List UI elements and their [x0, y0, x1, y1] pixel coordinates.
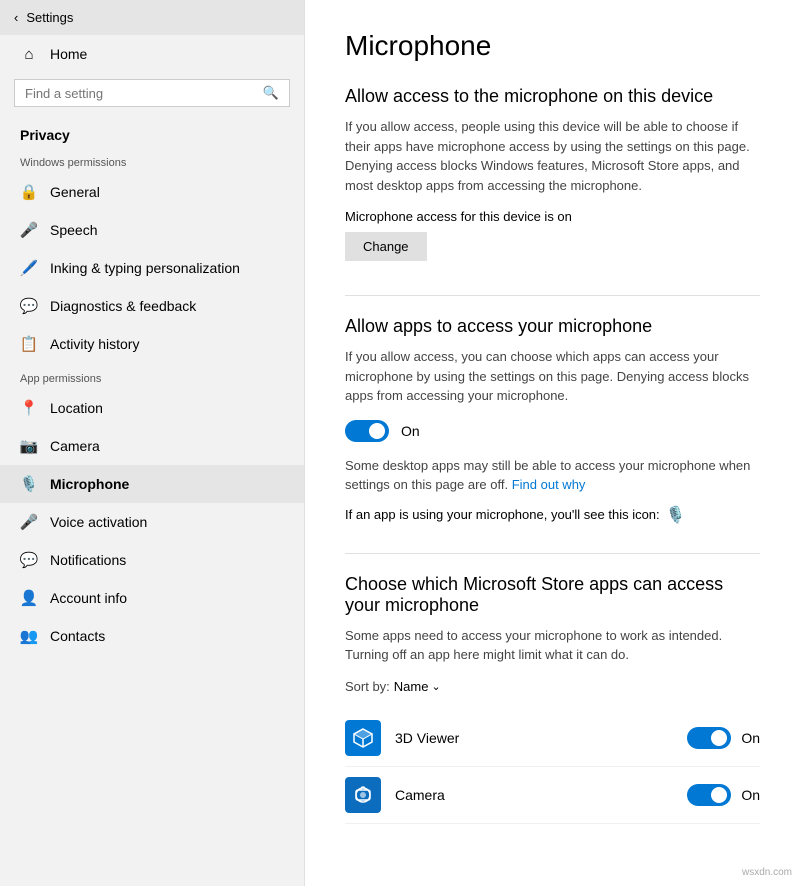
sidebar-item-notifications[interactable]: 💬 Notifications [0, 541, 304, 579]
notifications-icon: 💬 [20, 551, 38, 569]
section3-heading: Choose which Microsoft Store apps can ac… [345, 574, 760, 616]
toggle-knob [369, 423, 385, 439]
diagnostics-label: Diagnostics & feedback [50, 298, 196, 314]
location-label: Location [50, 400, 103, 416]
sidebar-item-account[interactable]: 👤 Account info [0, 579, 304, 617]
microphone-icon: 🎙️ [20, 475, 38, 493]
apps-access-toggle[interactable] [345, 420, 389, 442]
3dviewer-app-name: 3D Viewer [395, 730, 687, 746]
windows-permissions-title: Windows permissions [0, 147, 304, 173]
section-divider-1 [345, 295, 760, 296]
section3-description: Some apps need to access your microphone… [345, 626, 760, 665]
microphone-label: Microphone [50, 476, 129, 492]
3dviewer-toggle-knob [711, 730, 727, 746]
section2-description: If you allow access, you can choose whic… [345, 347, 760, 406]
contacts-icon: 👥 [20, 627, 38, 645]
settings-title: Settings [26, 10, 73, 25]
account-icon: 👤 [20, 589, 38, 607]
account-label: Account info [50, 590, 127, 606]
device-status-text: Microphone access for this device is on [345, 209, 760, 224]
section1-description: If you allow access, people using this d… [345, 117, 760, 195]
back-button[interactable]: ‹ Settings [0, 0, 304, 35]
voice-icon: 🎤 [20, 513, 38, 531]
sidebar-item-activity[interactable]: 📋 Activity history [0, 325, 304, 363]
location-icon: 📍 [20, 399, 38, 417]
3dviewer-toggle-label: On [741, 730, 760, 746]
sort-by-label: Sort by: [345, 679, 390, 694]
apps-access-toggle-label: On [401, 423, 420, 439]
camera-icon: 📷 [20, 437, 38, 455]
sidebar-item-home[interactable]: ⌂ Home [0, 35, 304, 73]
sidebar-item-speech[interactable]: 🎤 Speech [0, 211, 304, 249]
search-input[interactable] [25, 86, 263, 101]
home-icon: ⌂ [20, 45, 38, 63]
inking-label: Inking & typing personalization [50, 260, 240, 276]
camera-app-toggle[interactable] [687, 784, 731, 806]
speech-label: Speech [50, 222, 97, 238]
section1-heading: Allow access to the microphone on this d… [345, 86, 760, 107]
apps-access-toggle-row: On [345, 420, 760, 442]
change-button[interactable]: Change [345, 232, 427, 261]
general-label: General [50, 184, 100, 200]
sidebar: ‹ Settings ⌂ Home 🔍 Privacy Windows perm… [0, 0, 305, 886]
sidebar-item-voice[interactable]: 🎤 Voice activation [0, 503, 304, 541]
section-divider-2 [345, 553, 760, 554]
camera-app-name: Camera [395, 787, 687, 803]
main-content: Microphone Allow access to the microphon… [305, 0, 800, 886]
microphone-note-icon: 🎙️ [666, 505, 686, 525]
camera-app-icon [345, 777, 381, 813]
sort-value-text: Name [394, 679, 429, 694]
chevron-down-icon: ⌄ [431, 680, 440, 693]
section2-heading: Allow apps to access your microphone [345, 316, 760, 337]
privacy-label: Privacy [0, 117, 304, 147]
sidebar-item-camera[interactable]: 📷 Camera [0, 427, 304, 465]
find-out-why-link[interactable]: Find out why [512, 477, 586, 492]
sidebar-item-microphone[interactable]: 🎙️ Microphone [0, 465, 304, 503]
page-title: Microphone [345, 30, 760, 62]
activity-icon: 📋 [20, 335, 38, 353]
notifications-label: Notifications [50, 552, 126, 568]
sort-row: Sort by: Name ⌄ [345, 679, 760, 694]
sidebar-item-contacts[interactable]: 👥 Contacts [0, 617, 304, 655]
voice-label: Voice activation [50, 514, 147, 530]
camera-app-toggle-label: On [741, 787, 760, 803]
watermark: wsxdn.com [742, 867, 792, 878]
back-icon: ‹ [14, 10, 18, 25]
3dviewer-app-icon [345, 720, 381, 756]
sort-value-button[interactable]: Name ⌄ [394, 679, 441, 694]
general-icon: 🔒 [20, 183, 38, 201]
search-box: 🔍 [14, 79, 290, 107]
sidebar-item-general[interactable]: 🔒 General [0, 173, 304, 211]
search-icon: 🔍 [263, 85, 279, 101]
sidebar-item-inking[interactable]: 🖊️ Inking & typing personalization [0, 249, 304, 287]
icon-note: If an app is using your microphone, you'… [345, 505, 760, 525]
home-label: Home [50, 46, 87, 62]
activity-label: Activity history [50, 336, 139, 352]
3dviewer-toggle[interactable] [687, 727, 731, 749]
camera-label: Camera [50, 438, 100, 454]
sidebar-item-location[interactable]: 📍 Location [0, 389, 304, 427]
app-row-camera: Camera On [345, 767, 760, 824]
app-row-3dviewer: 3D Viewer On [345, 710, 760, 767]
diagnostics-icon: 💬 [20, 297, 38, 315]
contacts-label: Contacts [50, 628, 105, 644]
sidebar-item-diagnostics[interactable]: 💬 Diagnostics & feedback [0, 287, 304, 325]
icon-note-text: If an app is using your microphone, you'… [345, 507, 660, 522]
app-permissions-title: App permissions [0, 363, 304, 389]
inking-icon: 🖊️ [20, 259, 38, 277]
desktop-apps-info: Some desktop apps may still be able to a… [345, 456, 760, 495]
speech-icon: 🎤 [20, 221, 38, 239]
camera-app-toggle-knob [711, 787, 727, 803]
